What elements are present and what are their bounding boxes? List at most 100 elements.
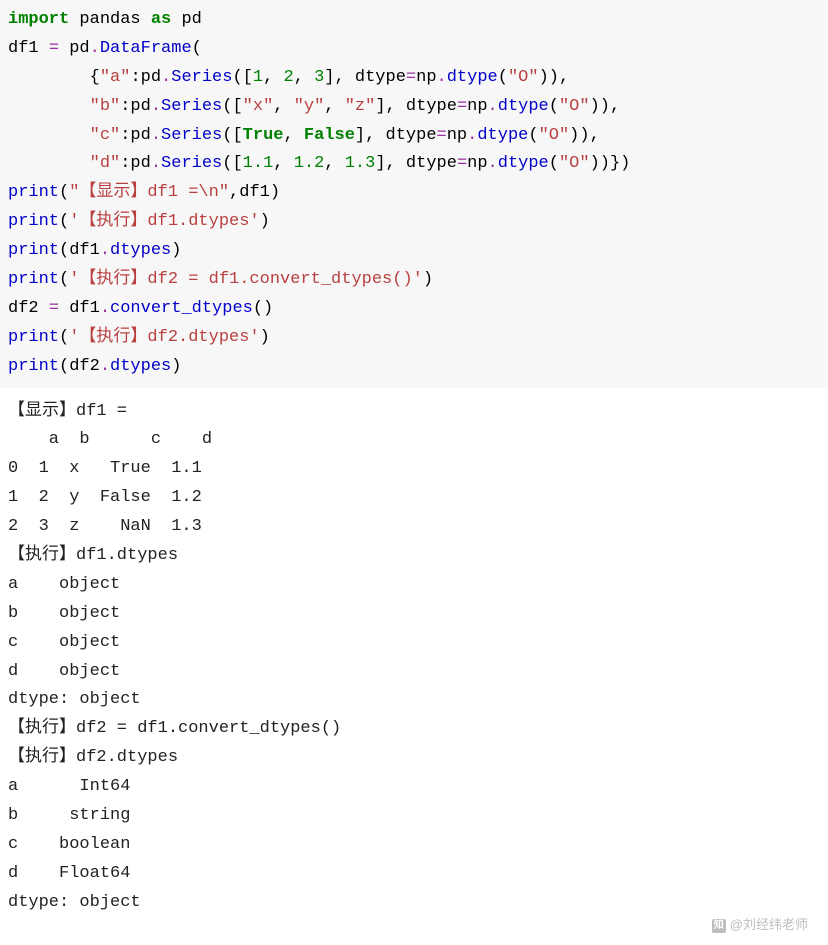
pad bbox=[8, 126, 90, 145]
code-text: ], dtype bbox=[355, 126, 437, 145]
bool-true: True bbox=[243, 126, 284, 145]
num: 1.3 bbox=[345, 154, 376, 173]
fn-print: print bbox=[8, 183, 59, 202]
pad bbox=[8, 97, 90, 116]
fn-print: print bbox=[8, 241, 59, 260]
punct: () bbox=[253, 299, 273, 318]
output-line: 【执行】df1.dtypes bbox=[8, 546, 178, 565]
fn-dtype: dtype bbox=[498, 97, 549, 116]
op-dot: . bbox=[467, 126, 477, 145]
output-line: 2 3 z NaN 1.3 bbox=[8, 517, 202, 536]
code-text: pd bbox=[171, 10, 202, 29]
fn-dtype: dtype bbox=[477, 126, 528, 145]
punct: )), bbox=[569, 126, 600, 145]
fn-dataframe: DataFrame bbox=[100, 39, 192, 58]
zhihu-icon: 知 bbox=[712, 919, 726, 933]
code-text: np bbox=[447, 126, 467, 145]
output-line: c object bbox=[8, 633, 120, 652]
output-line: dtype: object bbox=[8, 690, 141, 709]
num: 3 bbox=[314, 68, 324, 87]
output-line: 1 2 y False 1.2 bbox=[8, 488, 202, 507]
code-text: :pd bbox=[120, 154, 151, 173]
code-text: df1 bbox=[8, 39, 49, 58]
op-dot: . bbox=[100, 357, 110, 376]
op-assign: = bbox=[437, 126, 447, 145]
watermark: 知@刘经纬老师 bbox=[712, 914, 808, 936]
string: "a" bbox=[100, 68, 131, 87]
op-dot: . bbox=[488, 154, 498, 173]
code-text: ], dtype bbox=[324, 68, 406, 87]
string: '【执行】df2 = df1.convert_dtypes()' bbox=[69, 270, 423, 289]
output-line: b object bbox=[8, 604, 120, 623]
punct: ) bbox=[260, 212, 270, 231]
fn-print: print bbox=[8, 270, 59, 289]
op-assign: = bbox=[49, 299, 59, 318]
string: "c" bbox=[90, 126, 121, 145]
punct: ( bbox=[192, 39, 202, 58]
attr-dtypes: dtypes bbox=[110, 241, 171, 260]
string: "y" bbox=[294, 97, 325, 116]
punct: { bbox=[90, 68, 100, 87]
op-dot: . bbox=[488, 97, 498, 116]
string: "O" bbox=[508, 68, 539, 87]
fn-series: Series bbox=[161, 97, 222, 116]
fn-print: print bbox=[8, 212, 59, 231]
code-block: import pandas as pd df1 = pd.DataFrame( … bbox=[0, 0, 828, 388]
output-block: 【显示】df1 = a b c d 0 1 x True 1.1 1 2 y F… bbox=[0, 388, 828, 928]
attr-dtypes: dtypes bbox=[110, 357, 171, 376]
string: "d" bbox=[90, 154, 121, 173]
string: "z" bbox=[345, 97, 376, 116]
pad bbox=[8, 154, 90, 173]
code-text: (df1 bbox=[59, 241, 100, 260]
punct: ( bbox=[59, 328, 69, 347]
code-text: np bbox=[467, 97, 487, 116]
punct: ([ bbox=[222, 97, 242, 116]
output-line: a b c d bbox=[8, 430, 212, 449]
punct: , bbox=[273, 154, 293, 173]
op-dot: . bbox=[151, 126, 161, 145]
bool-false: False bbox=[304, 126, 355, 145]
punct: ) bbox=[423, 270, 433, 289]
punct: ( bbox=[498, 68, 508, 87]
num: 1.1 bbox=[243, 154, 274, 173]
string: "O" bbox=[539, 126, 570, 145]
code-text: :pd bbox=[120, 126, 151, 145]
punct: ([ bbox=[232, 68, 252, 87]
op-dot: . bbox=[151, 154, 161, 173]
code-text: ], dtype bbox=[375, 154, 457, 173]
punct: ( bbox=[528, 126, 538, 145]
num: 2 bbox=[283, 68, 293, 87]
pad bbox=[8, 68, 90, 87]
string: '【执行】df2.dtypes' bbox=[69, 328, 259, 347]
output-line: d object bbox=[8, 662, 120, 681]
punct: ( bbox=[549, 154, 559, 173]
punct: ( bbox=[59, 212, 69, 231]
code-text: pd bbox=[59, 39, 90, 58]
op-assign: = bbox=[406, 68, 416, 87]
code-text: df1 bbox=[59, 299, 100, 318]
punct: )), bbox=[590, 97, 621, 116]
code-text: df2 bbox=[8, 299, 49, 318]
punct: ) bbox=[171, 241, 181, 260]
punct: , bbox=[324, 97, 344, 116]
code-text: np bbox=[467, 154, 487, 173]
op-dot: . bbox=[90, 39, 100, 58]
code-text: ], dtype bbox=[375, 97, 457, 116]
punct: ))}) bbox=[590, 154, 631, 173]
op-dot: . bbox=[161, 68, 171, 87]
code-text: :pd bbox=[120, 97, 151, 116]
fn-print: print bbox=[8, 328, 59, 347]
string: "O" bbox=[559, 154, 590, 173]
op-dot: . bbox=[100, 299, 110, 318]
string: "x" bbox=[243, 97, 274, 116]
code-text: ,df1) bbox=[229, 183, 280, 202]
fn-dtype: dtype bbox=[498, 154, 549, 173]
code-text: pandas bbox=[69, 10, 151, 29]
keyword-as: as bbox=[151, 10, 171, 29]
output-line: a object bbox=[8, 575, 120, 594]
output-line: 【显示】df1 = bbox=[8, 402, 127, 421]
fn-series: Series bbox=[161, 126, 222, 145]
fn-series: Series bbox=[161, 154, 222, 173]
string: '【执行】df1.dtypes' bbox=[69, 212, 259, 231]
fn-convert: convert_dtypes bbox=[110, 299, 253, 318]
